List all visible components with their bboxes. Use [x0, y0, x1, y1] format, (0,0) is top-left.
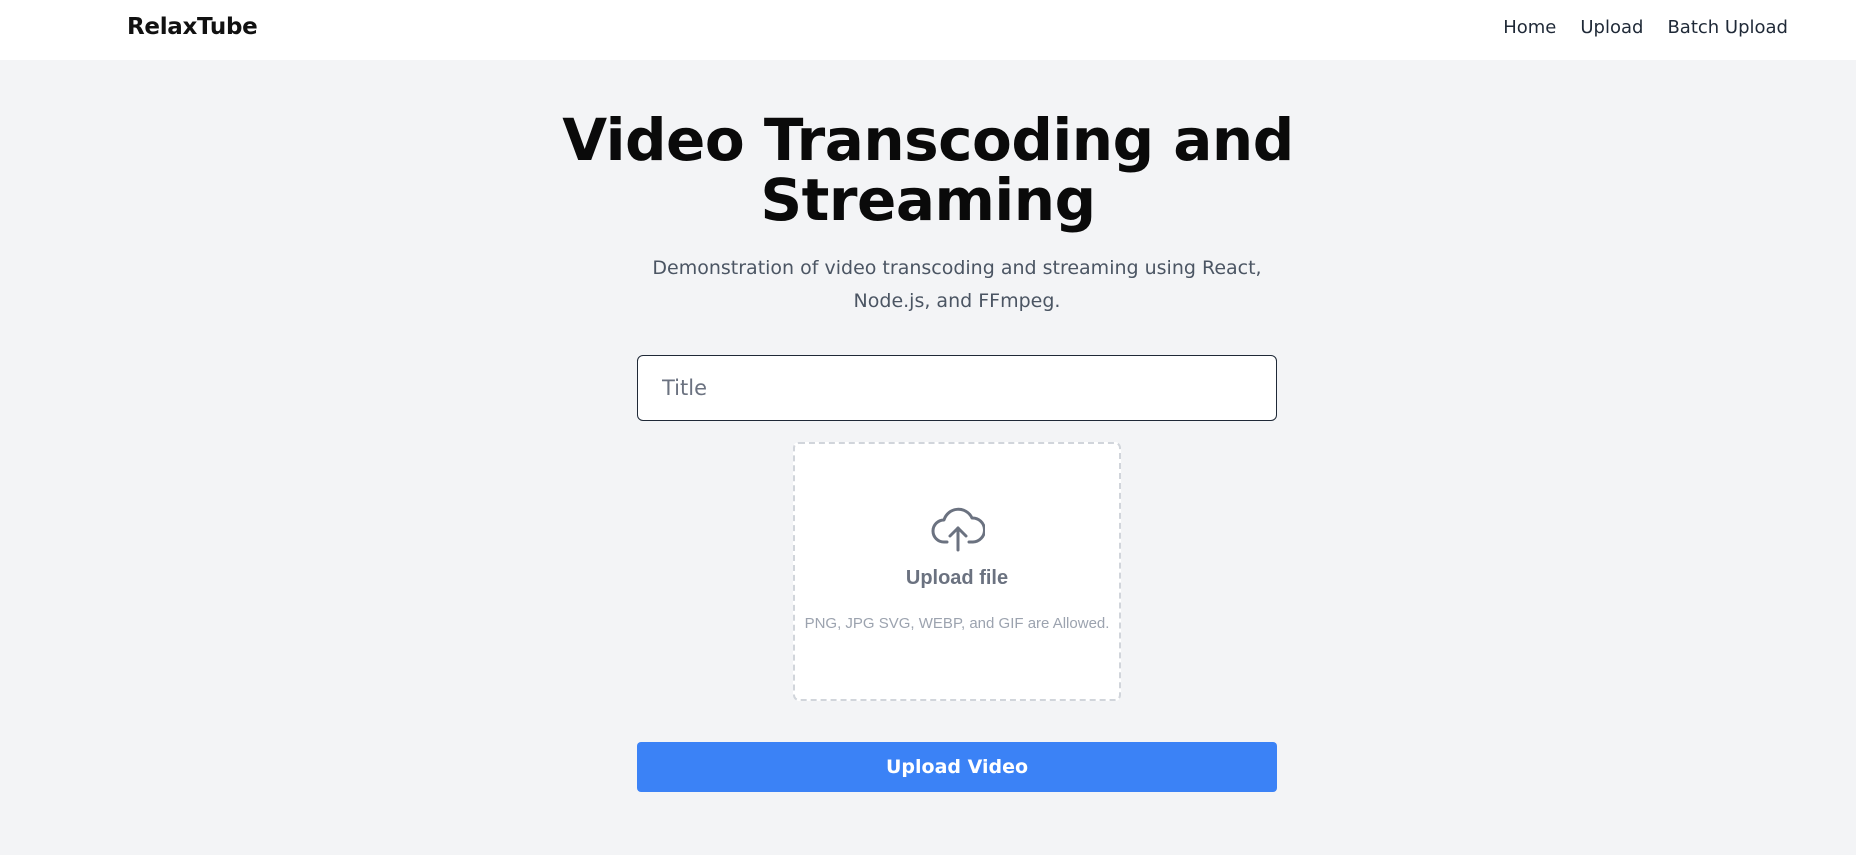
- cloud-upload-icon: [931, 507, 985, 552]
- nav-link-home[interactable]: Home: [1503, 17, 1556, 38]
- file-dropzone[interactable]: Upload file PNG, JPG SVG, WEBP, and GIF …: [793, 442, 1121, 701]
- top-navbar: RelaxTube Home Upload Batch Upload: [0, 0, 1856, 60]
- dropzone-hint: PNG, JPG SVG, WEBP, and GIF are Allowed.: [804, 615, 1110, 632]
- nav-link-upload[interactable]: Upload: [1580, 17, 1643, 38]
- page-subtitle: Demonstration of video transcoding and s…: [652, 257, 1262, 312]
- brand-logo[interactable]: RelaxTube: [127, 14, 258, 40]
- page-title: Video Transcoding and Streaming: [562, 106, 1294, 234]
- nav-link-batch-upload[interactable]: Batch Upload: [1667, 17, 1788, 38]
- upload-video-button[interactable]: Upload Video: [637, 742, 1277, 792]
- dropzone-title: Upload file: [905, 567, 1009, 589]
- title-input[interactable]: [637, 355, 1277, 421]
- main-nav: Home Upload Batch Upload: [1503, 17, 1788, 38]
- main-content: Video Transcoding and Streaming Demonstr…: [0, 60, 1856, 855]
